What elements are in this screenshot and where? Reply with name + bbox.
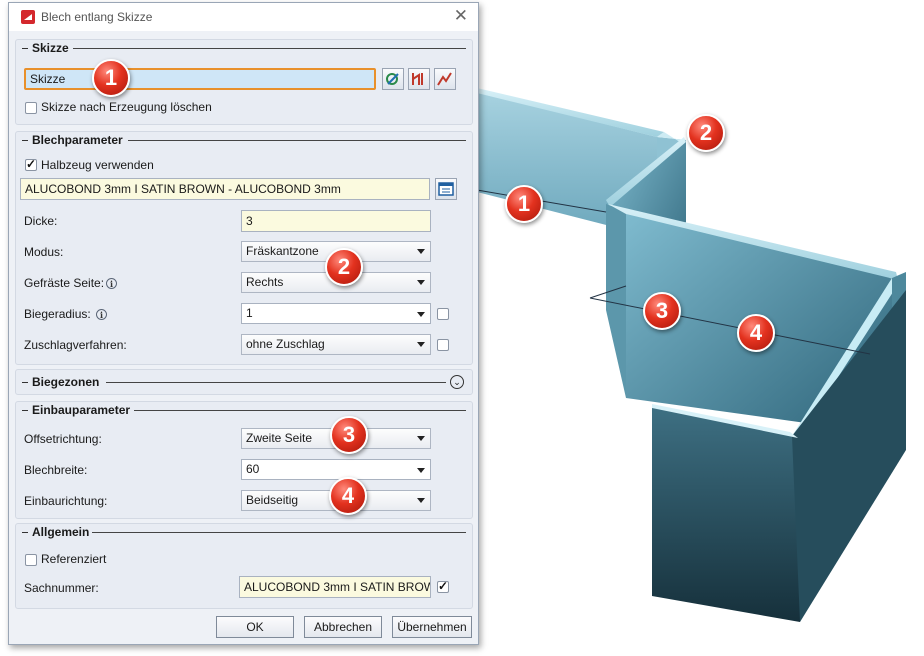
chevron-down-icon bbox=[417, 468, 425, 473]
sachnummer-input[interactable]: ALUCOBOND 3mm I SATIN BROWN bbox=[239, 576, 431, 598]
blechbreite-label: Blechbreite: bbox=[24, 463, 88, 477]
group-blechparameter: Blechparameter Halbzeug verwenden ALUCOB… bbox=[15, 131, 473, 365]
expand-chevron-icon[interactable]: ⌄ bbox=[450, 375, 464, 389]
window-title: Blech entlang Skizze bbox=[41, 10, 153, 24]
sketch-edit-icon bbox=[412, 73, 423, 85]
close-icon[interactable]: ✕ bbox=[454, 7, 468, 25]
group-biegezonen[interactable]: Biegezonen ⌄ bbox=[15, 369, 473, 395]
pick-sketch-button[interactable] bbox=[382, 68, 404, 90]
group-biegezonen-header: Biegezonen bbox=[32, 375, 100, 389]
referenziert-label: Referenziert bbox=[41, 552, 107, 566]
delete-after-label: Skizze nach Erzeugung löschen bbox=[41, 100, 212, 114]
curve-sketch-button[interactable] bbox=[434, 68, 456, 90]
zuschlag-checkbox[interactable] bbox=[437, 339, 449, 351]
marker-2-dialog: 2 bbox=[325, 248, 363, 286]
marker-1-scene: 1 bbox=[505, 185, 543, 223]
zuschlag-label: Zuschlagverfahren: bbox=[24, 338, 127, 352]
material-catalog-button[interactable] bbox=[435, 178, 457, 200]
dicke-label: Dicke: bbox=[24, 214, 58, 228]
edit-sketch-button[interactable] bbox=[408, 68, 430, 90]
gefraeste-label: Gefräste Seite: bbox=[24, 276, 105, 290]
chevron-down-icon bbox=[417, 498, 425, 503]
dialog-window: Blech entlang Skizze ✕ Skizze Skizze Ski… bbox=[8, 2, 479, 645]
einbaurichtung-value: Beidseitig bbox=[246, 493, 299, 507]
marker-2-scene: 2 bbox=[687, 114, 725, 152]
offset-label: Offsetrichtung: bbox=[24, 432, 102, 446]
info-icon[interactable]: i bbox=[106, 278, 117, 289]
marker-3-dialog: 3 bbox=[330, 416, 368, 454]
group-einbauparameter-header: Einbauparameter bbox=[32, 403, 131, 417]
blechbreite-input[interactable]: 60 bbox=[241, 459, 431, 480]
zuschlag-value: ohne Zuschlag bbox=[246, 337, 325, 351]
curve-icon bbox=[437, 72, 452, 86]
apply-button[interactable]: Übernehmen bbox=[392, 616, 472, 638]
chevron-down-icon bbox=[417, 342, 425, 347]
group-blechparameter-header: Blechparameter bbox=[32, 133, 123, 147]
marker-3-scene: 3 bbox=[643, 292, 681, 330]
delete-after-checkbox[interactable] bbox=[25, 102, 37, 114]
use-semi-label: Halbzeug verwenden bbox=[41, 158, 154, 172]
catalog-icon bbox=[438, 182, 454, 196]
sachnummer-label: Sachnummer: bbox=[24, 581, 99, 595]
sachnummer-checkbox[interactable] bbox=[437, 579, 449, 593]
modus-value: Fräskantzone bbox=[246, 244, 319, 258]
modus-label: Modus: bbox=[24, 245, 64, 259]
sketch-field[interactable]: Skizze bbox=[24, 68, 376, 90]
marker-4-scene: 4 bbox=[737, 314, 775, 352]
group-allgemein: Allgemein Referenziert Sachnummer: ALUCO… bbox=[15, 523, 473, 609]
group-skizze: Skizze Skizze Skizze nach Erzeugung lösc… bbox=[15, 39, 473, 125]
marker-1-dialog: 1 bbox=[92, 59, 130, 97]
chevron-down-icon bbox=[417, 249, 425, 254]
group-einbauparameter: Einbauparameter Offsetrichtung: Zweite S… bbox=[15, 401, 473, 519]
biegeradius-value: 1 bbox=[246, 306, 253, 320]
einbaurichtung-label: Einbaurichtung: bbox=[24, 494, 108, 508]
sheet-segment-3 bbox=[652, 406, 800, 622]
marker-4-dialog: 4 bbox=[329, 477, 367, 515]
chevron-down-icon bbox=[417, 280, 425, 285]
info-icon[interactable]: i bbox=[96, 309, 107, 320]
chevron-down-icon bbox=[417, 312, 425, 317]
app-icon bbox=[21, 10, 35, 24]
use-semi-checkbox[interactable] bbox=[25, 157, 37, 171]
chevron-down-icon bbox=[417, 436, 425, 441]
gefraeste-value: Rechts bbox=[246, 275, 284, 289]
offset-value: Zweite Seite bbox=[246, 431, 313, 445]
sketch-pick-icon bbox=[386, 73, 399, 85]
biegeradius-checkbox[interactable] bbox=[437, 308, 449, 320]
dicke-input[interactable]: 3 bbox=[241, 210, 431, 232]
zuschlag-select[interactable]: ohne Zuschlag bbox=[241, 334, 431, 355]
group-allgemein-header: Allgemein bbox=[32, 525, 90, 539]
referenziert-checkbox[interactable] bbox=[25, 554, 37, 566]
blechbreite-value: 60 bbox=[246, 462, 260, 476]
biegeradius-input[interactable]: 1 bbox=[241, 303, 431, 324]
biegeradius-label: Biegeradius: bbox=[24, 307, 91, 321]
material-field[interactable]: ALUCOBOND 3mm I SATIN BROWN - ALUCOBOND … bbox=[20, 178, 430, 200]
group-skizze-header: Skizze bbox=[32, 41, 69, 55]
ok-button[interactable]: OK bbox=[216, 616, 294, 638]
cancel-button[interactable]: Abbrechen bbox=[304, 616, 382, 638]
title-bar: Blech entlang Skizze ✕ bbox=[9, 3, 478, 31]
